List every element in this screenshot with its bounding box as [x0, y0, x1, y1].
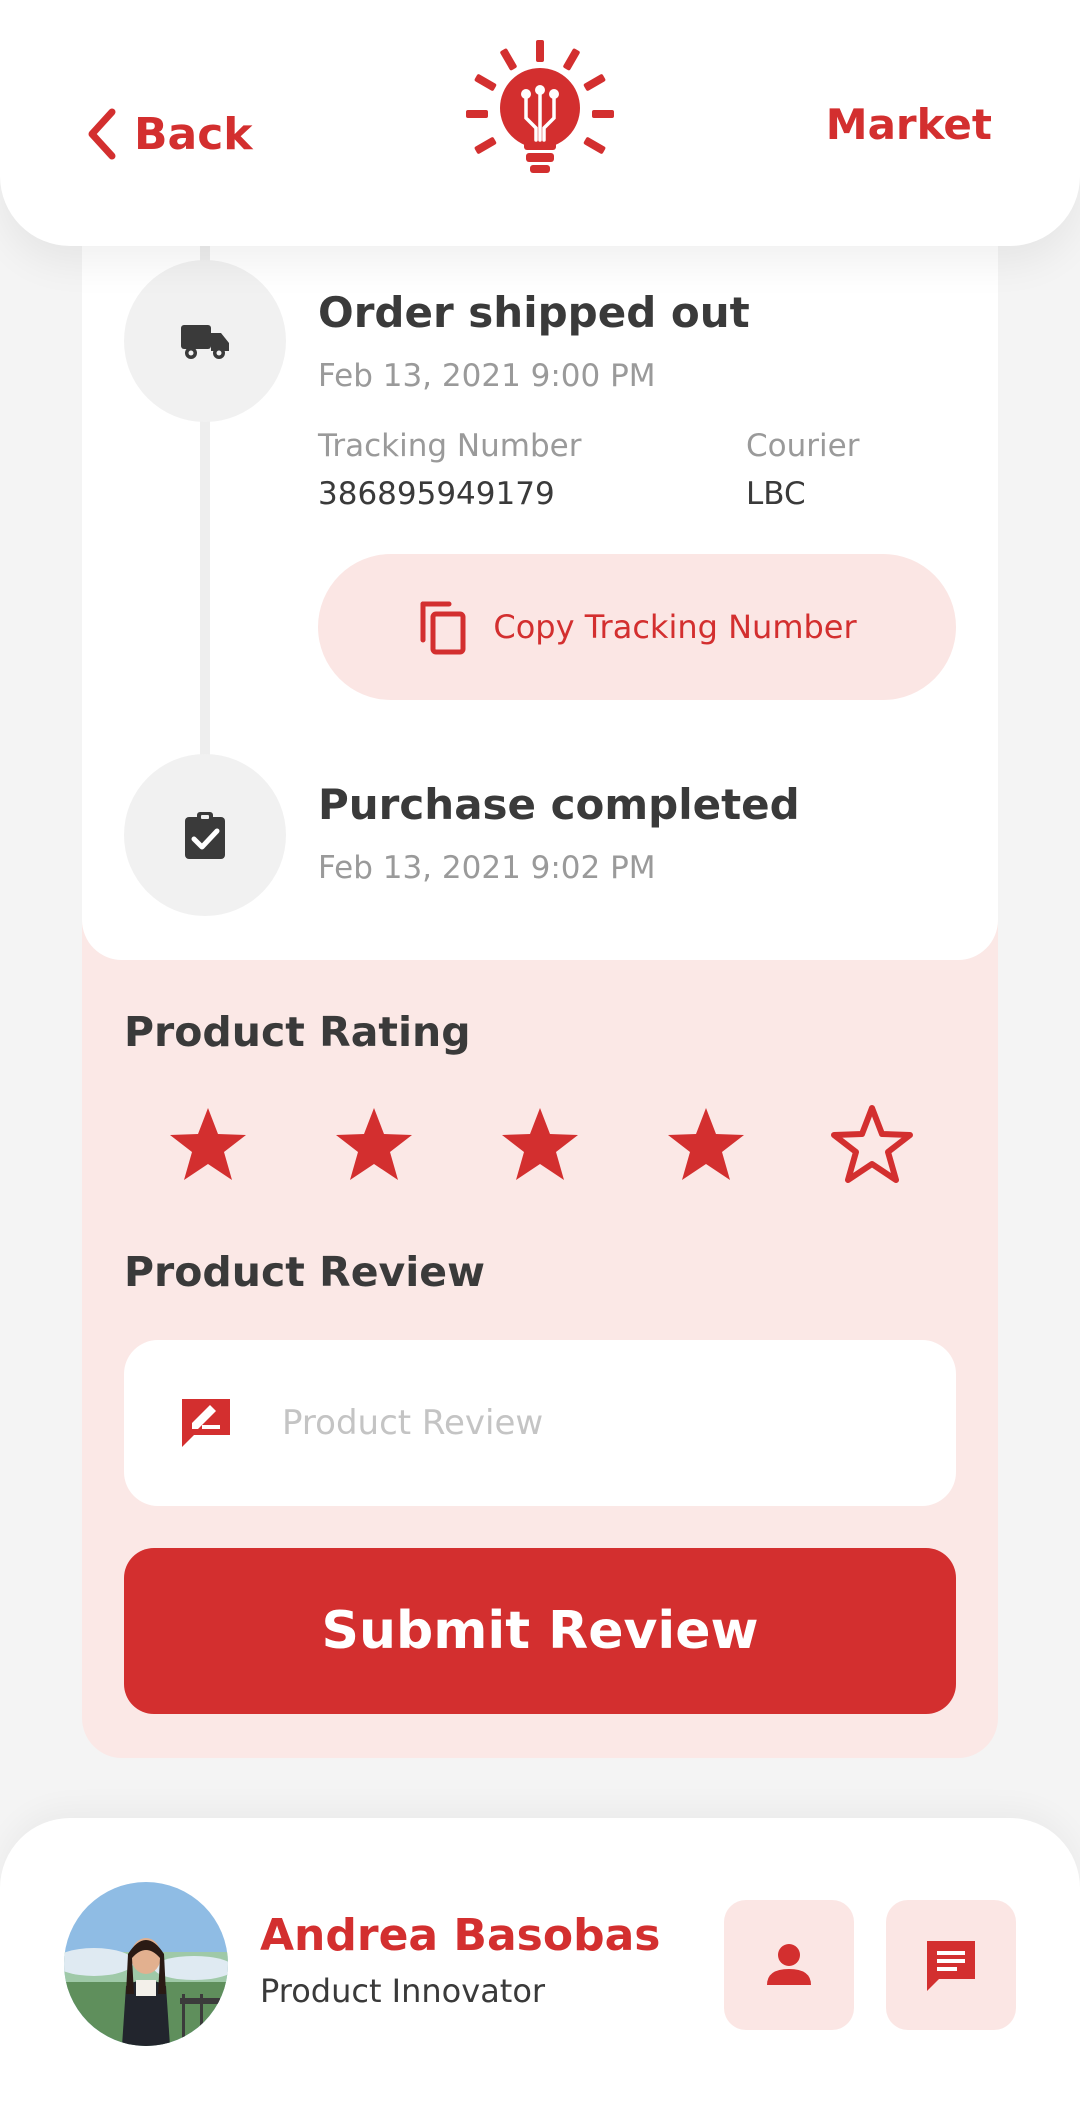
courier-label: Courier: [746, 428, 860, 464]
star-filled-icon[interactable]: [332, 1104, 416, 1188]
profile-name: Andrea Basobas: [260, 1910, 661, 1961]
product-rating-heading: Product Rating: [124, 1008, 471, 1056]
top-header: Back Market: [0, 0, 1080, 246]
profile-role: Product Innovator: [260, 1972, 546, 2010]
product-review-input[interactable]: [282, 1403, 882, 1443]
shipped-step-title: Order shipped out: [318, 288, 750, 337]
submit-review-button[interactable]: Submit Review: [124, 1548, 956, 1714]
star-outline-icon[interactable]: [830, 1104, 914, 1188]
clipboard-check-icon: [185, 812, 225, 859]
star-filled-icon[interactable]: [498, 1104, 582, 1188]
lightbulb-sun-logo: [466, 40, 614, 173]
completed-step-title: Purchase completed: [318, 780, 800, 829]
copy-icon: [420, 601, 466, 655]
shipped-step-icon-circle: [124, 260, 286, 422]
rate-review-icon: [182, 1399, 230, 1447]
back-button[interactable]: Back: [84, 104, 253, 164]
copy-tracking-number-label: Copy Tracking Number: [493, 608, 857, 646]
shipped-step-date: Feb 13, 2021 9:00 PM: [318, 358, 656, 394]
person-icon: [767, 1944, 811, 1985]
courier-value: LBC: [746, 476, 806, 512]
tracking-number-label: Tracking Number: [318, 428, 582, 464]
chat-icon: [927, 1941, 975, 1991]
market-link[interactable]: Market: [826, 100, 992, 156]
seller-profile-bar: Andrea Basobas Product Innovator: [0, 1818, 1080, 2106]
product-review-field[interactable]: [124, 1340, 956, 1506]
view-profile-button[interactable]: [724, 1900, 854, 2030]
star-filled-icon[interactable]: [664, 1104, 748, 1188]
tracking-number-value: 386895949179: [318, 476, 555, 512]
back-label: Back: [134, 108, 253, 160]
completed-step-icon-circle: [124, 754, 286, 916]
copy-tracking-number-button[interactable]: Copy Tracking Number: [318, 554, 956, 700]
chevron-left-icon: [88, 108, 116, 160]
product-review-heading: Product Review: [124, 1248, 485, 1296]
completed-step-date: Feb 13, 2021 9:02 PM: [318, 850, 656, 886]
avatar: [64, 1882, 228, 2046]
message-button[interactable]: [886, 1900, 1016, 2030]
truck-icon: [181, 325, 229, 359]
star-filled-icon[interactable]: [166, 1104, 250, 1188]
star-rating: [166, 1104, 914, 1188]
